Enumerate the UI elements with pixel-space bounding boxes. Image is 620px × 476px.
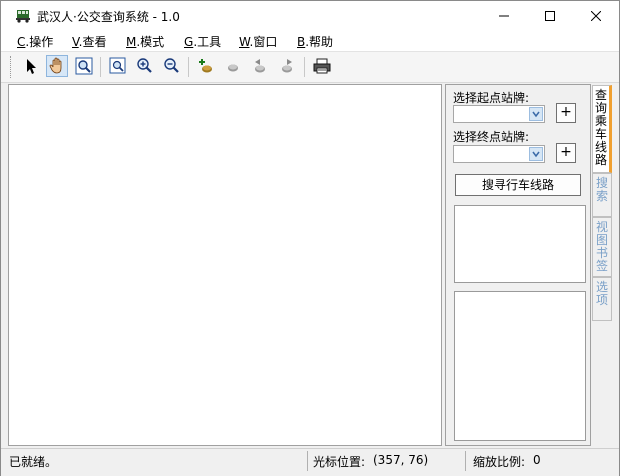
menu-tools-label: .工具 xyxy=(193,35,222,49)
toolbar-grip[interactable] xyxy=(10,56,13,78)
route-back-icon xyxy=(255,59,265,73)
app-logo-icon xyxy=(16,10,30,23)
zoom-out-icon xyxy=(164,58,179,73)
tab-route-query[interactable]: 查询乘车线路 xyxy=(592,85,612,173)
tab-options[interactable]: 选项 xyxy=(592,277,612,321)
zoom-scale-value: 0 xyxy=(533,453,541,467)
menu-window[interactable]: W.窗口 xyxy=(239,33,277,50)
menu-tools[interactable]: G.工具 xyxy=(184,33,221,50)
tab-view-bookmarks[interactable]: 视图书签 xyxy=(592,217,612,277)
add-end-station-button[interactable]: + xyxy=(556,143,576,163)
search-route-button[interactable]: 搜寻行车线路 xyxy=(455,174,581,196)
add-start-station-button[interactable]: + xyxy=(556,103,576,123)
route-forward-icon xyxy=(282,59,292,73)
zoom-window-icon xyxy=(109,57,126,74)
toolbar-separator xyxy=(304,57,305,77)
tab-options-label: 选项 xyxy=(595,280,608,307)
print-icon xyxy=(313,58,331,74)
route-button[interactable] xyxy=(222,55,244,77)
menu-view-key: V xyxy=(72,35,79,49)
menu-mode-key: M xyxy=(126,35,137,49)
add-station-icon xyxy=(199,59,212,73)
end-station-select[interactable] xyxy=(453,145,545,163)
menu-help[interactable]: B.帮助 xyxy=(297,33,333,50)
map-view[interactable] xyxy=(8,84,442,446)
magnifier-icon xyxy=(75,57,93,75)
menu-view-label: .查看 xyxy=(78,35,107,49)
cursor-position-value: (357, 76) xyxy=(373,453,429,467)
menu-help-label: .帮助 xyxy=(305,35,334,49)
minimize-button[interactable] xyxy=(481,1,527,31)
status-divider xyxy=(465,451,466,471)
route-back-button[interactable] xyxy=(249,55,271,77)
tab-view-bookmarks-label: 视图书签 xyxy=(595,220,608,273)
add-station-button[interactable] xyxy=(195,55,217,77)
menu-window-key: W xyxy=(239,35,250,49)
chevron-down-icon[interactable] xyxy=(529,107,543,121)
window-title: 武汉人·公交查询系统 - 1.0 xyxy=(37,10,180,24)
zoom-in-button[interactable] xyxy=(134,55,156,77)
tab-search[interactable]: 搜索 xyxy=(592,173,612,217)
maximize-icon xyxy=(545,11,555,21)
tab-route-query-label: 查询乘车线路 xyxy=(594,88,607,167)
toolbar-separator xyxy=(100,57,101,77)
close-button[interactable] xyxy=(573,1,619,31)
menu-help-key: B xyxy=(297,35,306,49)
chevron-down-icon[interactable] xyxy=(529,147,543,161)
menu-mode[interactable]: M.模式 xyxy=(126,33,164,50)
zoom-window-button[interactable] xyxy=(107,55,129,77)
title-bar: 武汉人·公交查询系统 - 1.0 xyxy=(1,1,619,31)
route-query-panel: 选择起点站牌: + 选择终点站牌: + 搜寻行车线路 xyxy=(445,84,591,446)
route-forward-button[interactable] xyxy=(276,55,298,77)
start-station-label: 选择起点站牌: xyxy=(453,91,530,105)
close-icon xyxy=(590,10,602,22)
start-station-select[interactable] xyxy=(453,105,545,123)
tab-search-label: 搜索 xyxy=(595,176,608,203)
menu-operate-label: .操作 xyxy=(25,35,54,49)
cursor-position-label: 光标位置: xyxy=(313,455,366,469)
route-icon xyxy=(228,64,238,72)
print-button[interactable] xyxy=(311,55,333,77)
maximize-button[interactable] xyxy=(527,1,573,31)
menu-tools-key: G xyxy=(184,35,194,49)
menu-view[interactable]: V.查看 xyxy=(72,33,107,50)
zoom-out-button[interactable] xyxy=(161,55,183,77)
pan-tool-button[interactable] xyxy=(46,55,68,77)
route-details-list[interactable] xyxy=(454,291,586,441)
pointer-icon xyxy=(27,59,36,74)
status-divider xyxy=(307,451,308,471)
end-station-label: 选择终点站牌: xyxy=(453,130,530,144)
route-results-list[interactable] xyxy=(454,205,586,283)
minimize-icon xyxy=(499,15,509,17)
toolbar xyxy=(1,52,619,83)
menu-operate[interactable]: C.操作 xyxy=(17,33,53,50)
menu-mode-label: .模式 xyxy=(136,35,165,49)
magnifier-tool-button[interactable] xyxy=(73,55,95,77)
menu-bar: C.操作 V.查看 M.模式 G.工具 W.窗口 B.帮助 xyxy=(1,31,619,52)
pointer-tool-button[interactable] xyxy=(19,55,41,77)
zoom-scale-label: 缩放比例: xyxy=(473,455,526,469)
menu-window-label: .窗口 xyxy=(249,35,278,49)
zoom-in-icon xyxy=(137,58,152,73)
status-ready: 已就绪。 xyxy=(9,455,58,469)
app-window: 武汉人·公交查询系统 - 1.0 C.操作 V.查看 M.模式 G.工具 W.窗… xyxy=(0,0,620,476)
toolbar-separator xyxy=(188,57,189,77)
hand-pan-icon xyxy=(49,57,62,74)
status-bar: 已就绪。 光标位置: (357, 76) 缩放比例: 0 xyxy=(1,448,619,476)
